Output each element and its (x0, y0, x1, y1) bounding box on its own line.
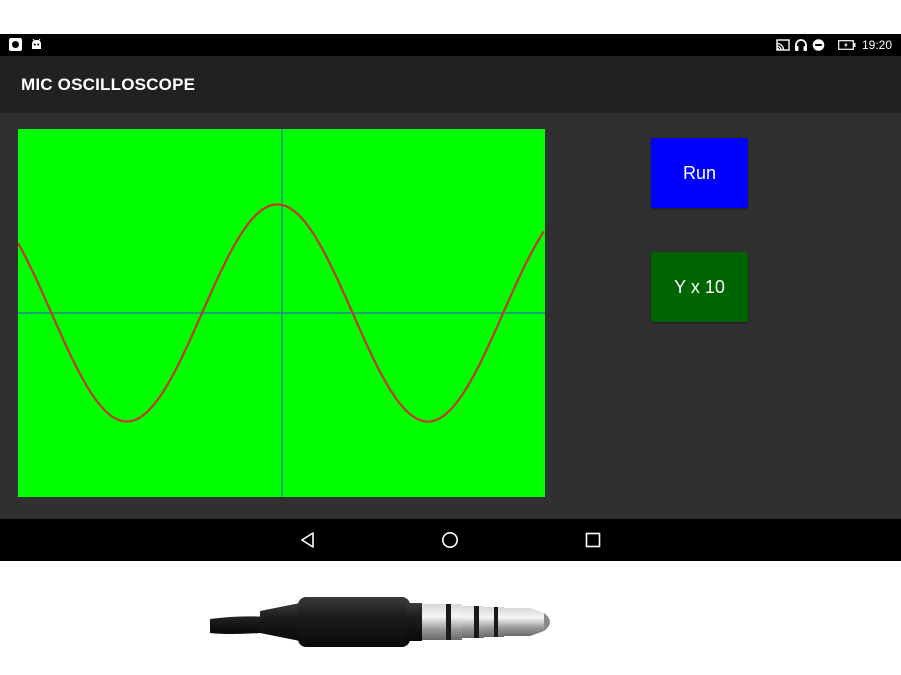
android-bot-icon (32, 38, 41, 49)
status-bar: 19:20 (0, 34, 901, 56)
back-icon[interactable] (298, 530, 318, 550)
y-multiplier-button[interactable]: Y x 10 (651, 252, 748, 322)
recents-icon[interactable] (583, 530, 603, 550)
app-title: MIC OSCILLOSCOPE (21, 75, 196, 94)
do-not-disturb-icon (812, 39, 825, 51)
audio-jack-plug-photo (210, 589, 559, 654)
screen-record-icon (9, 38, 22, 51)
clock: 19:20 (862, 38, 893, 52)
navigation-bar (0, 519, 901, 561)
battery-charging-icon (838, 40, 856, 50)
oscilloscope-screen (18, 129, 545, 497)
headset-icon (795, 39, 807, 51)
cast-icon (776, 39, 790, 51)
run-button[interactable]: Run (651, 138, 748, 208)
main-content: Run Y x 10 (0, 113, 901, 519)
app-bar: MIC OSCILLOSCOPE (0, 56, 901, 113)
home-icon[interactable] (440, 530, 460, 550)
